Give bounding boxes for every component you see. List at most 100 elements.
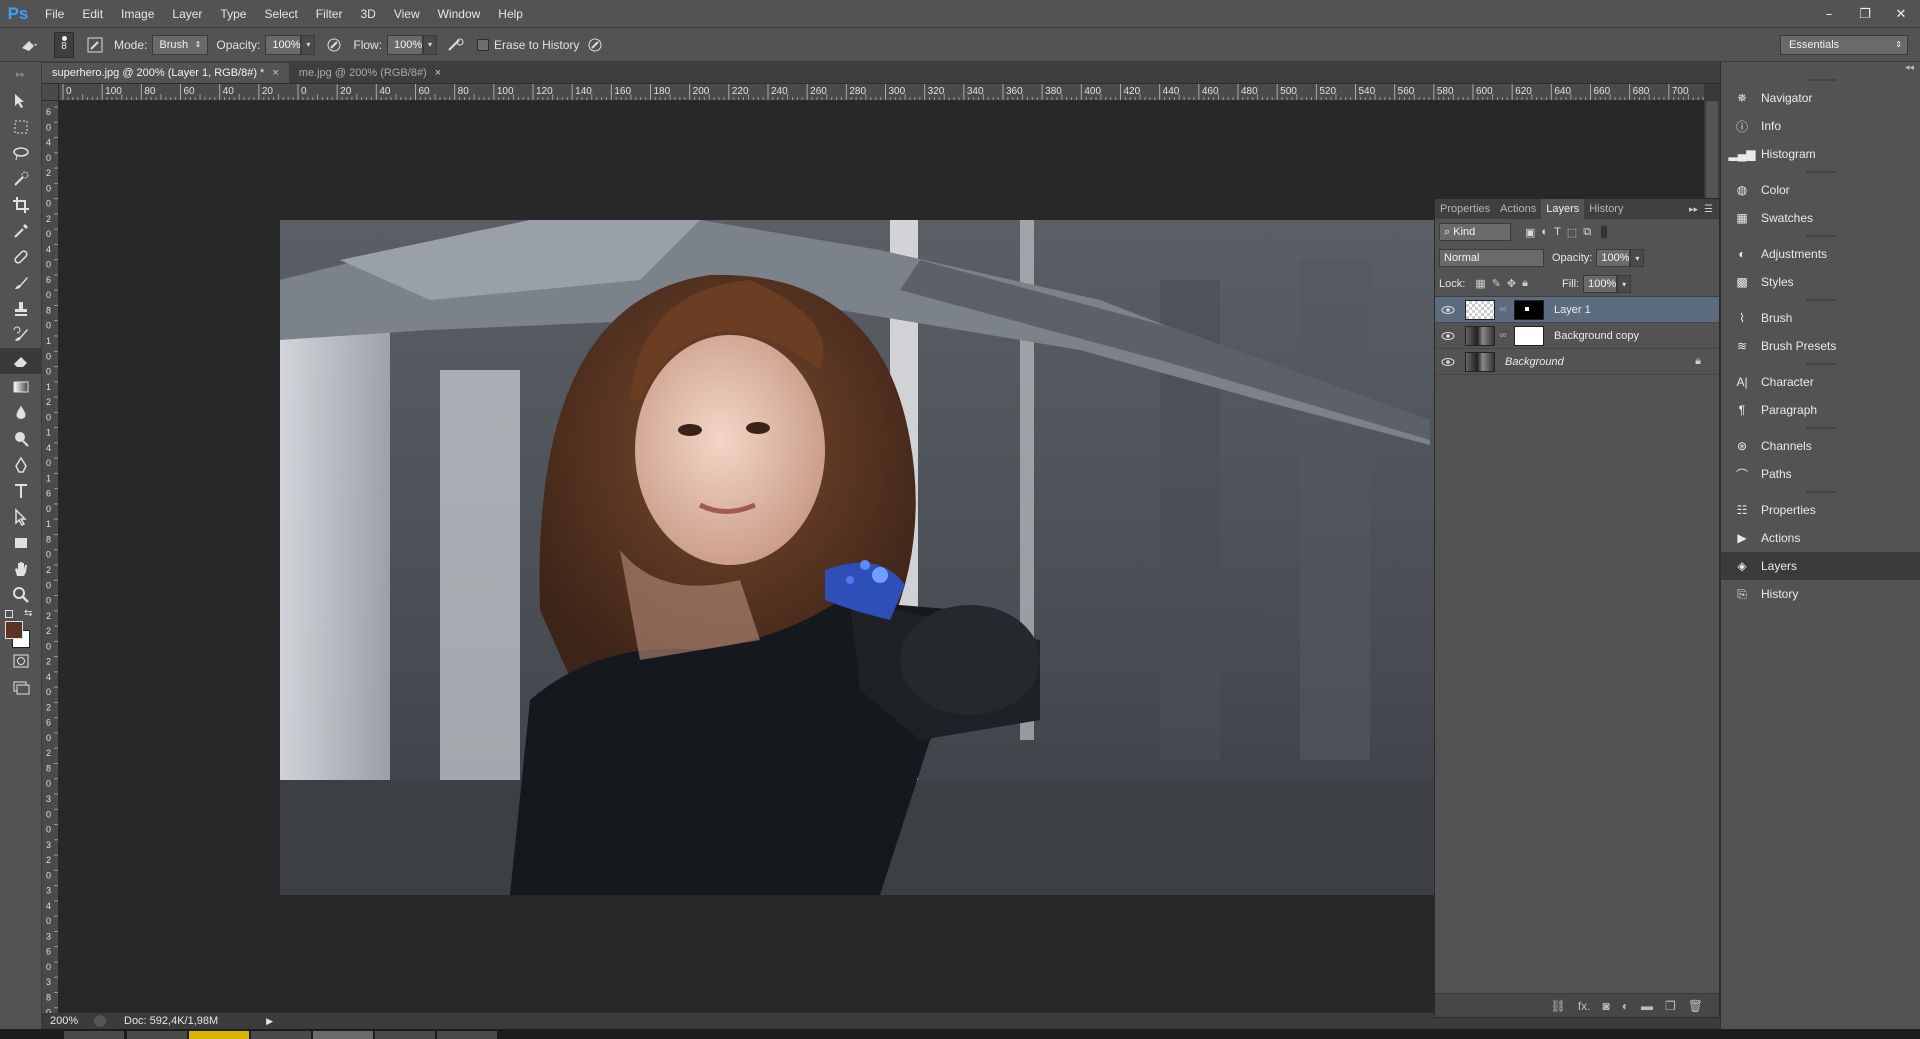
dock-character[interactable]: A| Character xyxy=(1721,368,1920,396)
fx-icon[interactable]: fx. xyxy=(1578,999,1591,1013)
filter-type-icon[interactable]: T xyxy=(1554,226,1561,238)
tab-me[interactable]: me.jpg @ 200% (RGB/8#) × xyxy=(289,63,451,83)
quick-selection-tool-icon[interactable] xyxy=(0,166,42,192)
info-icon[interactable] xyxy=(94,1015,106,1027)
dock-actions[interactable]: ▶ Actions xyxy=(1721,524,1920,552)
taskbar-item[interactable] xyxy=(437,1031,497,1039)
filter-shape-icon[interactable]: ⬚ xyxy=(1567,226,1577,239)
dock-layers[interactable]: ◈ Layers xyxy=(1721,552,1920,580)
document-image[interactable] xyxy=(280,220,1435,895)
filter-pixel-icon[interactable]: ▣ xyxy=(1525,226,1535,239)
blur-tool-icon[interactable] xyxy=(0,400,42,426)
eraser-tool-icon[interactable] xyxy=(0,348,42,374)
dock-collapse-icon[interactable]: ◂◂ xyxy=(1721,62,1920,76)
layer-name[interactable]: Background copy xyxy=(1554,330,1639,342)
screen-mode-icon[interactable] xyxy=(0,674,42,700)
link-icon[interactable]: ⛓ xyxy=(1551,999,1566,1013)
quick-mask-icon[interactable] xyxy=(0,648,42,674)
ruler-origin[interactable] xyxy=(42,84,59,101)
visibility-eye-icon[interactable] xyxy=(1435,331,1461,341)
dock-channels[interactable]: ⊛ Channels xyxy=(1721,432,1920,460)
tab-layers[interactable]: Layers xyxy=(1541,199,1585,219)
crop-tool-icon[interactable] xyxy=(0,192,42,218)
layer-opacity-slider[interactable]: ▾ xyxy=(1630,249,1645,267)
menu-window[interactable]: Window xyxy=(429,0,490,28)
restore-button[interactable]: ❐ xyxy=(1854,7,1876,22)
tab-actions[interactable]: Actions xyxy=(1495,199,1541,219)
vertical-ruler[interactable]: 6 0 4 0 2 0 0 2 0 4 0 6 0 8 0 1 0 0 1 2 0 1 4 0 1 6 0 1 8 0 2 0 0 2 2 0 2 4 0 2… xyxy=(42,101,59,1017)
airbrush-icon[interactable] xyxy=(445,34,467,56)
swap-colors-icon[interactable]: ⇆ xyxy=(24,608,32,619)
menu-image[interactable]: Image xyxy=(112,0,163,28)
layer-name[interactable]: Layer 1 xyxy=(1554,304,1591,316)
dock-swatches[interactable]: ▦ Swatches xyxy=(1721,204,1920,232)
fill-input[interactable]: 100% xyxy=(1583,274,1618,293)
workspace-select[interactable]: Essentials ⇕ xyxy=(1780,35,1908,55)
taskbar-item-active[interactable] xyxy=(189,1031,249,1039)
layer-opacity-input[interactable]: 100% xyxy=(1596,249,1631,267)
layer-thumbnail[interactable] xyxy=(1465,325,1495,346)
filter-smart-object-icon[interactable]: ⧉ xyxy=(1583,226,1591,239)
mode-select[interactable]: Brush ⇕ xyxy=(152,34,209,55)
opacity-slider-toggle[interactable]: ▾ xyxy=(301,34,316,55)
status-menu-arrow-icon[interactable]: ▶ xyxy=(266,1016,273,1027)
collapse-panel-icon[interactable]: ▸▸ xyxy=(1689,204,1704,215)
tab-history[interactable]: History xyxy=(1584,199,1628,219)
dock-paths[interactable]: ⌒ Paths xyxy=(1721,460,1920,488)
dock-brush-presets[interactable]: ≋ Brush Presets xyxy=(1721,332,1920,360)
filter-adjustment-icon[interactable]: ◐ xyxy=(1541,226,1548,238)
mask-icon[interactable]: ◙ xyxy=(1603,999,1610,1013)
eyedropper-tool-icon[interactable] xyxy=(0,218,42,244)
menu-edit[interactable]: Edit xyxy=(73,0,112,28)
blend-mode-select[interactable]: Normal xyxy=(1439,249,1544,267)
brush-tool-icon[interactable] xyxy=(0,270,42,296)
zoom-tool-icon[interactable] xyxy=(0,582,42,608)
menu-type[interactable]: Type xyxy=(211,0,255,28)
taskbar-item[interactable] xyxy=(313,1031,373,1039)
menu-help[interactable]: Help xyxy=(489,0,532,28)
opacity-input[interactable]: 100% xyxy=(265,34,302,55)
horizontal-ruler[interactable]: 0 100 80 60 40 20 0 20 40 60 80 100 120 140 160 180 200 2… xyxy=(59,84,1704,101)
lock-image-icon[interactable]: ✎ xyxy=(1492,277,1501,290)
dock-color[interactable]: ◍ Color xyxy=(1721,176,1920,204)
dock-paragraph[interactable]: ¶ Paragraph xyxy=(1721,396,1920,424)
lock-transparent-icon[interactable]: ▦ xyxy=(1475,277,1485,290)
taskbar-item[interactable] xyxy=(64,1031,124,1039)
erase-to-history-checkbox[interactable] xyxy=(477,38,490,51)
lock-all-icon[interactable]: 🔒︎ xyxy=(1522,277,1528,290)
brush-size-picker[interactable]: 8 xyxy=(54,31,74,58)
dock-adjustments[interactable]: ◐ Adjustments xyxy=(1721,240,1920,268)
history-brush-tool-icon[interactable] xyxy=(0,322,42,348)
scrollbar-thumb[interactable] xyxy=(1706,101,1718,201)
new-layer-icon[interactable]: ❐ xyxy=(1665,999,1676,1013)
tab-superhero[interactable]: superhero.jpg @ 200% (Layer 1, RGB/8#) *… xyxy=(42,63,289,83)
layer-row-background[interactable]: Background 🔒︎ xyxy=(1435,349,1719,375)
menu-layer[interactable]: Layer xyxy=(163,0,211,28)
path-selection-tool-icon[interactable] xyxy=(0,504,42,530)
adjustment-icon[interactable]: ◐ xyxy=(1622,999,1629,1013)
rectangle-tool-icon[interactable] xyxy=(0,530,42,556)
dock-info[interactable]: ⓘ Info xyxy=(1721,112,1920,140)
dodge-tool-icon[interactable] xyxy=(0,426,42,452)
flow-slider-toggle[interactable]: ▾ xyxy=(423,34,438,55)
pressure-opacity-icon[interactable] xyxy=(323,34,345,56)
menu-file[interactable]: File xyxy=(36,0,73,28)
visibility-eye-icon[interactable] xyxy=(1435,357,1461,367)
dock-histogram[interactable]: ▂▄▆ Histogram xyxy=(1721,140,1920,168)
mask-link-icon[interactable]: ∞ xyxy=(1498,330,1508,341)
flow-input[interactable]: 100% xyxy=(387,34,424,55)
minimize-button[interactable]: – xyxy=(1818,7,1840,22)
layer-mask-thumbnail[interactable] xyxy=(1514,325,1544,346)
mask-link-icon[interactable]: ∞ xyxy=(1498,304,1508,315)
tab-properties[interactable]: Properties xyxy=(1435,199,1495,219)
lock-position-icon[interactable]: ✥ xyxy=(1507,277,1516,290)
menu-filter[interactable]: Filter xyxy=(307,0,352,28)
type-tool-icon[interactable] xyxy=(0,478,42,504)
close-icon[interactable]: × xyxy=(435,63,441,83)
panel-menu-icon[interactable]: ☰ xyxy=(1704,204,1719,215)
visibility-eye-icon[interactable] xyxy=(1435,305,1461,315)
layer-row-background-copy[interactable]: ∞ Background copy xyxy=(1435,323,1719,349)
layer-thumbnail[interactable] xyxy=(1465,299,1495,320)
default-colors-icon[interactable] xyxy=(5,610,13,618)
filter-toggle[interactable] xyxy=(1601,226,1608,238)
